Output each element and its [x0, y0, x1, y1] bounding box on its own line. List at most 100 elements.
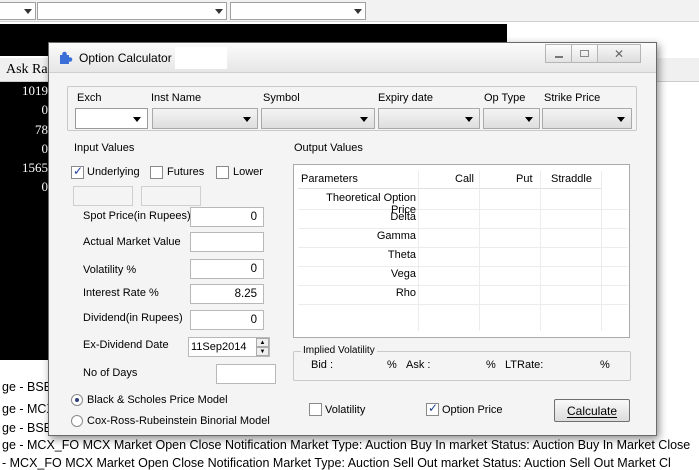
cox-ross-rubinstein-label: Cox-Ross-Rubeinstein Binorial Model	[87, 415, 270, 427]
volatility-input[interactable]: 0	[190, 259, 264, 279]
inst-name-select[interactable]	[152, 108, 258, 129]
black-scholes-label: Black & Scholes Price Model	[87, 394, 228, 406]
bg-combo-3[interactable]	[230, 2, 366, 20]
futures-field[interactable]	[141, 186, 201, 206]
underlying-checkbox[interactable]	[71, 164, 84, 179]
volatility-checkbox[interactable]	[309, 403, 322, 416]
ask-unit: %	[486, 359, 496, 371]
grid-cell: 1565	[22, 160, 48, 175]
minimize-button[interactable]	[545, 44, 572, 63]
strike-price-select[interactable]	[542, 108, 632, 129]
input-values-title: Input Values	[74, 142, 135, 154]
row-divider	[298, 304, 628, 305]
column-header-put: Put	[480, 171, 540, 189]
background-toolbar	[0, 0, 699, 22]
implied-volatility-title: Implied Volatility	[301, 345, 377, 356]
expiry-date-label: Expiry date	[378, 92, 434, 104]
date-down-arrow-icon[interactable]: ▼	[256, 347, 269, 356]
puzzle-icon	[60, 51, 73, 64]
bg-combo-1[interactable]	[0, 2, 36, 20]
ask-rate-header: Ask Ra	[6, 62, 48, 77]
underlying-field[interactable]	[73, 186, 133, 206]
actual-market-value-input[interactable]	[190, 232, 264, 252]
black-scholes-radio[interactable]	[71, 394, 83, 406]
interest-rate-input[interactable]: 8.25	[190, 284, 264, 304]
output-values-title: Output Values	[294, 142, 363, 154]
bg-combo-2[interactable]	[37, 2, 227, 20]
title-redaction	[175, 47, 227, 69]
minimize-icon	[554, 55, 563, 58]
column-header-parameters: Parameters	[298, 171, 418, 189]
column-divider	[479, 171, 480, 331]
grid-cell: 1019	[22, 83, 48, 98]
ex-dividend-date-label: Ex-Dividend Date	[83, 339, 169, 351]
grid-cell: 0	[41, 179, 49, 194]
maximize-icon	[580, 50, 589, 57]
grid-cell: 78	[35, 122, 48, 137]
no-of-days-label: No of Days	[83, 367, 138, 379]
spot-price-input[interactable]: 0	[190, 207, 264, 227]
row-rho: Rho	[395, 287, 416, 299]
title-bar[interactable]: Option Calculator ✕	[49, 43, 656, 73]
close-button[interactable]: ✕	[597, 44, 641, 63]
futures-checkbox[interactable]	[150, 166, 163, 179]
chevron-down-icon	[360, 117, 368, 122]
row-theta: Theta	[387, 249, 416, 261]
message-line: ge - BSE	[2, 421, 53, 435]
chevron-down-icon	[354, 9, 362, 14]
op-type-select[interactable]	[483, 108, 540, 129]
maximize-button[interactable]	[571, 44, 598, 63]
volatility-checkbox-label: Volatility	[325, 404, 366, 416]
row-vega: Vega	[390, 268, 416, 280]
volatility-label: Volatility %	[83, 264, 137, 276]
chevron-down-icon	[525, 117, 533, 122]
message-line: ge - MCX	[2, 402, 55, 416]
dialog-title: Option Calculator	[79, 51, 172, 65]
close-icon: ✕	[613, 46, 625, 61]
symbol-label: Symbol	[263, 92, 300, 104]
futures-label: Futures	[167, 166, 205, 178]
chevron-down-icon	[24, 9, 32, 14]
ltrate-unit: %	[600, 359, 610, 371]
column-divider	[418, 171, 419, 331]
column-header-straddle: Straddle	[541, 171, 601, 189]
calculate-button[interactable]: Calculate	[554, 399, 630, 422]
output-values-table: Parameters Call Put Straddle Theoretical…	[293, 164, 630, 338]
op-type-label: Op Type	[484, 92, 526, 104]
row-divider	[298, 228, 628, 229]
instrument-selector-group: Exch Inst Name Symbol Expiry date Op Typ…	[67, 86, 637, 131]
row-divider	[298, 266, 628, 267]
row-divider	[298, 285, 628, 286]
chevron-down-icon	[465, 117, 473, 122]
lower-label: Lower	[233, 166, 263, 178]
message-line: ge - MCX_FO MCX Market Open Close Notifi…	[2, 438, 691, 452]
option-price-checkbox[interactable]	[426, 401, 439, 416]
date-up-arrow-icon[interactable]: ▲	[256, 338, 269, 347]
ltrate-label: LTRate:	[505, 359, 544, 371]
grid-cell: 0	[41, 102, 49, 117]
column-divider	[540, 171, 541, 331]
ask-label: Ask :	[406, 359, 431, 371]
chevron-down-icon	[215, 9, 223, 14]
dividend-label: Dividend(in Rupees)	[83, 312, 183, 324]
underlying-label: Underlying	[87, 166, 140, 178]
column-divider	[601, 171, 602, 331]
inst-name-label: Inst Name	[151, 92, 202, 104]
expiry-date-select[interactable]	[378, 108, 480, 129]
row-divider	[298, 247, 628, 248]
no-of-days-input[interactable]	[216, 364, 276, 384]
dividend-input[interactable]: 0	[190, 310, 264, 330]
chevron-down-icon	[617, 117, 625, 122]
symbol-select[interactable]	[261, 108, 375, 129]
lower-checkbox[interactable]	[216, 166, 229, 179]
cox-ross-rubinstein-radio[interactable]	[71, 415, 83, 427]
exch-select[interactable]	[75, 108, 148, 129]
exch-label: Exch	[77, 92, 102, 104]
row-gamma: Gamma	[376, 230, 416, 242]
option-price-checkbox-label: Option Price	[442, 404, 503, 416]
ex-dividend-date-value: 11Sep2014	[191, 341, 247, 353]
actual-market-value-label: Actual Market Value	[83, 236, 181, 248]
chevron-down-icon	[133, 117, 141, 122]
bid-label: Bid :	[311, 359, 334, 371]
grid-cell: 0	[41, 141, 49, 156]
